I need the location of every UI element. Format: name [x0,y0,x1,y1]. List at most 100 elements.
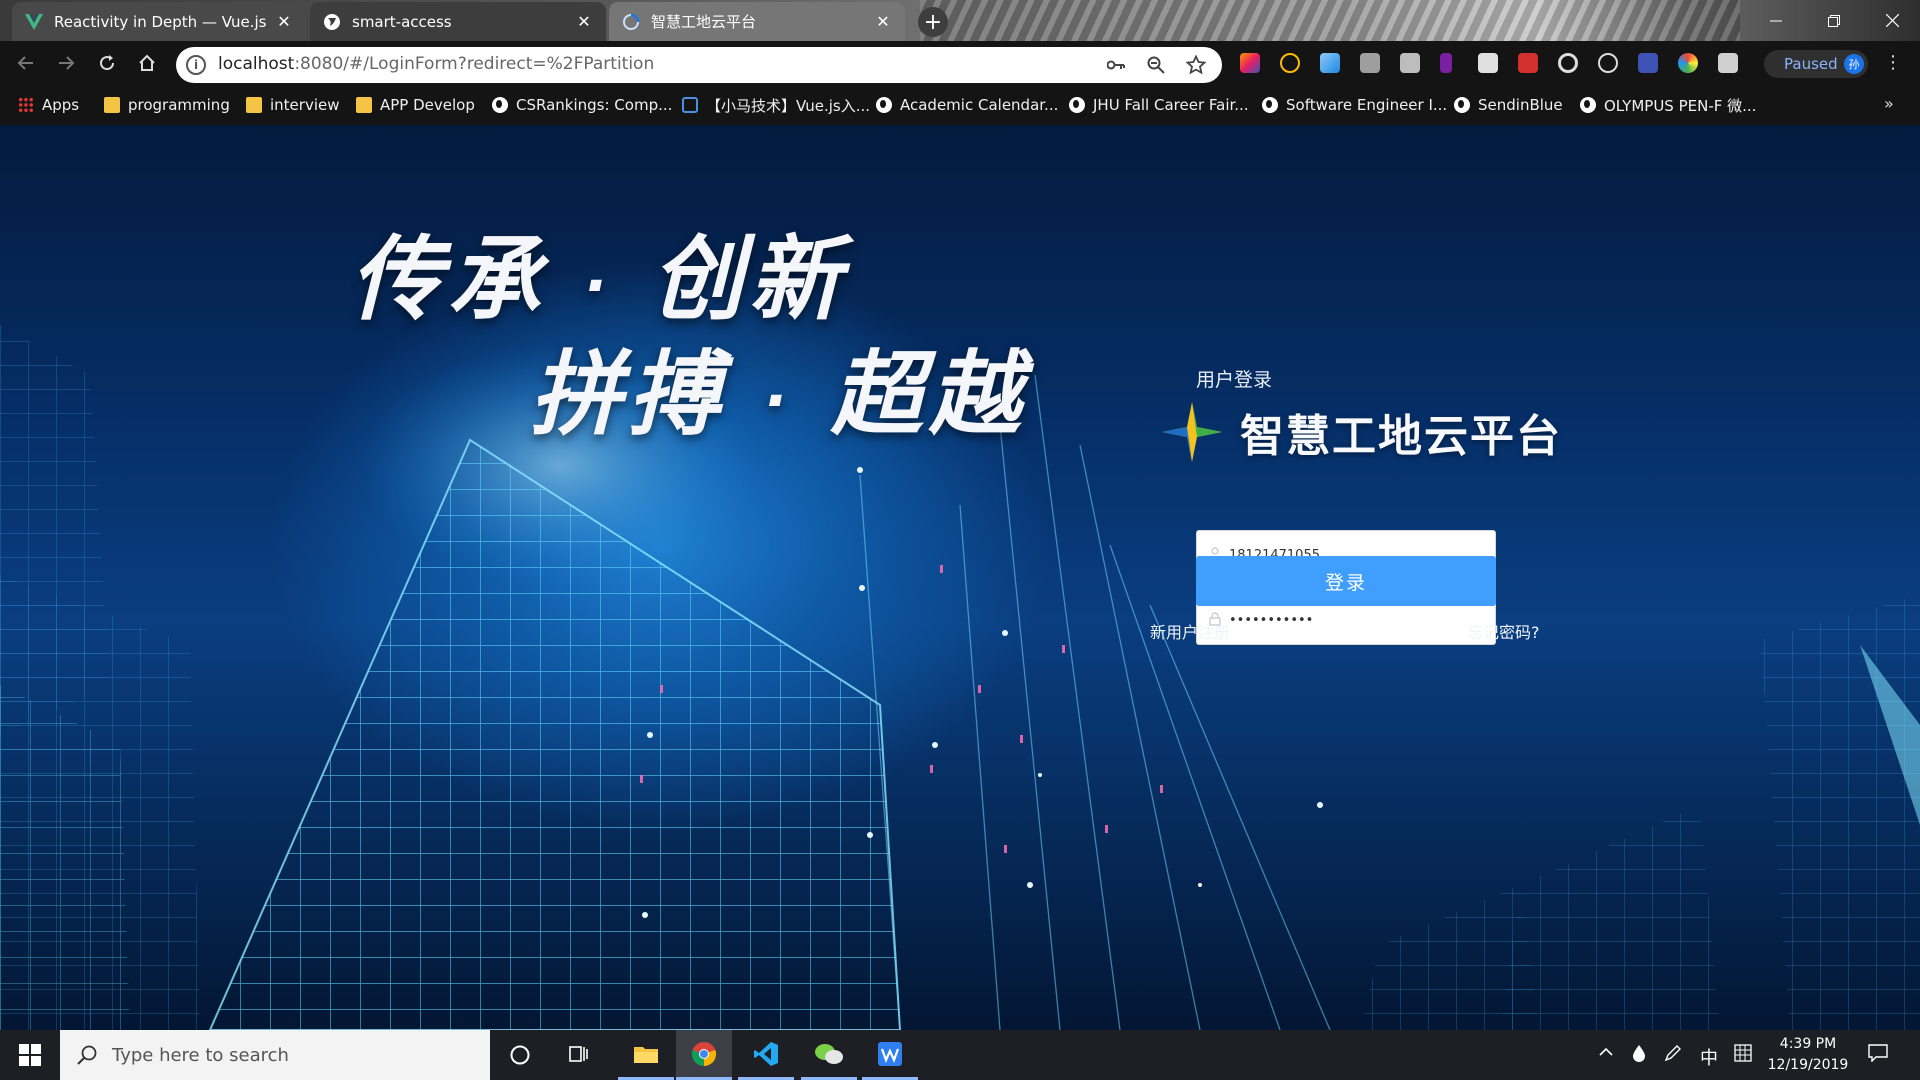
zoom-icon[interactable] [1144,53,1168,77]
new-tab-button[interactable]: + [918,7,948,37]
task-view-icon[interactable] [551,1030,607,1080]
bookmark-software-engineer[interactable]: Software Engineer I... [1262,95,1447,115]
search-placeholder: Type here to search [112,1044,289,1066]
login-button[interactable]: 登录 [1196,556,1496,606]
globe-icon [492,97,508,113]
bookmark-interview[interactable]: interview [246,95,340,115]
pdf-icon[interactable] [1518,53,1538,73]
tab-reactivity[interactable]: Reactivity in Depth — Vue.js ✕ [12,2,306,41]
bookmark-label: Apps [42,96,80,114]
city-background-art [0,325,1920,1030]
google-icon[interactable] [1558,53,1578,73]
restore-icon[interactable] [1810,0,1858,41]
printer-icon[interactable] [1478,53,1498,73]
window-close-icon[interactable] [1868,0,1916,41]
bookmark-vuejs-course[interactable]: 【小马技术】Vue.js入... [682,95,870,115]
avatar: 孙 [1844,54,1864,74]
bookmark-academic-calendar[interactable]: Academic Calendar... [876,95,1058,115]
file-explorer-icon[interactable] [618,1030,674,1080]
clock-time: 4:39 PM [1779,1036,1837,1052]
color-wheel-icon[interactable] [1678,53,1698,73]
search-extension-icon[interactable] [1280,53,1300,73]
profile-button[interactable]: Paused 孙 [1764,50,1868,78]
bookmark-csrankings[interactable]: CSRankings: Comp... [492,95,672,115]
forward-icon[interactable] [54,51,78,75]
tab-title: smart-access [352,12,452,31]
extension-icon[interactable] [1240,53,1260,73]
chevron-up-icon[interactable] [1598,1044,1614,1065]
spinner-icon [621,12,641,32]
bookmark-app-develop[interactable]: APP Develop [356,95,475,115]
star-icon[interactable] [1184,53,1208,77]
minimize-icon[interactable] [1752,0,1800,41]
globe-icon [322,12,342,32]
forgot-password-link[interactable]: 忘记密码? [1467,619,1540,643]
bookmark-olympus[interactable]: OLYMPUS PEN-F 微... [1580,95,1756,115]
folder-icon [246,97,262,113]
extension-icon[interactable] [1360,53,1380,73]
vue-logo-icon [24,12,44,32]
bookmark-label: JHU Fall Career Fair... [1093,96,1249,114]
address-bar[interactable]: i localhost:8080/#/LoginForm?redirect=%2… [176,47,1222,83]
bookmark-label: SendinBlue [1478,96,1563,114]
profile-status: Paused [1784,55,1838,73]
globe-icon [1454,97,1470,113]
react-icon[interactable] [1598,53,1618,73]
close-icon[interactable]: ✕ [574,12,594,32]
globe-icon [1580,97,1596,113]
extension-icon[interactable] [1440,53,1452,73]
close-icon[interactable]: ✕ [873,12,893,32]
brand-name: 智慧工地云平台 [1240,411,1562,462]
bookmark-sendinblue[interactable]: SendinBlue [1454,95,1563,115]
bookmark-career-fair[interactable]: JHU Fall Career Fair... [1069,95,1249,115]
system-clock[interactable]: 4:39 PM 12/19/2019 [1760,1034,1856,1076]
key-icon[interactable] [1104,53,1128,77]
bookmark-label: interview [270,96,340,114]
globe-icon [1069,97,1085,113]
close-icon[interactable]: ✕ [274,12,294,32]
slogan-text: 超越 [830,341,1027,448]
bookmark-label: Academic Calendar... [900,96,1059,114]
chrome-icon[interactable] [676,1030,732,1080]
start-button[interactable] [0,1030,60,1080]
globe-icon [1262,97,1278,113]
vscode-icon[interactable] [738,1030,794,1080]
folder-icon [356,97,372,113]
extension-icon[interactable] [1400,53,1420,73]
wps-icon[interactable] [862,1030,918,1080]
bookmark-apps[interactable]: Apps [18,95,79,115]
bookmark-label: 【小马技术】Vue.js入... [706,96,871,115]
bookmark-label: programming [128,96,230,114]
slogan-dot: · [584,250,613,321]
info-icon[interactable]: i [186,55,206,75]
more-bookmarks-icon[interactable]: » [1884,94,1894,113]
bookmark-programming[interactable]: programming [104,95,230,115]
menu-icon[interactable]: ⋮ [1884,52,1902,73]
tab-smart-site[interactable]: 智慧工地云平台 ✕ [609,2,905,41]
cortana-icon[interactable] [492,1030,548,1080]
bookmark-label: APP Develop [380,96,475,114]
camera-icon[interactable] [1718,53,1738,73]
register-link[interactable]: 新用户注册 [1150,619,1230,643]
drop-icon[interactable] [1632,1044,1646,1067]
brand-logo-icon [1162,402,1222,462]
notification-icon[interactable] [1868,1044,1888,1067]
login-page: 传承 · 创新 拼搏 · 超越 智慧工地云平台 [0,125,1920,1030]
clock-date: 12/19/2019 [1767,1057,1849,1073]
login-title: 用户登录 [1196,369,1273,391]
rocket-icon[interactable] [1320,53,1340,73]
taskbar-search[interactable]: Type here to search [60,1030,490,1080]
jh-extension-icon[interactable] [1638,53,1658,73]
ime-language-indicator[interactable]: 中 [1700,1044,1718,1070]
url-text[interactable]: localhost:8080/#/LoginForm?redirect=%2FP… [218,54,654,74]
reload-icon[interactable] [95,51,119,75]
home-icon[interactable] [135,51,159,75]
pen-icon[interactable] [1664,1044,1682,1067]
back-icon[interactable] [14,51,38,75]
tab-title: 智慧工地云平台 [651,13,757,31]
ime-mode-icon[interactable] [1734,1044,1752,1067]
brand-header: 智慧工地云平台 [1160,400,1562,464]
bookmark-label: CSRankings: Comp... [516,96,673,114]
wechat-icon[interactable] [801,1030,857,1080]
tab-smart-access[interactable]: smart-access ✕ [310,2,606,41]
